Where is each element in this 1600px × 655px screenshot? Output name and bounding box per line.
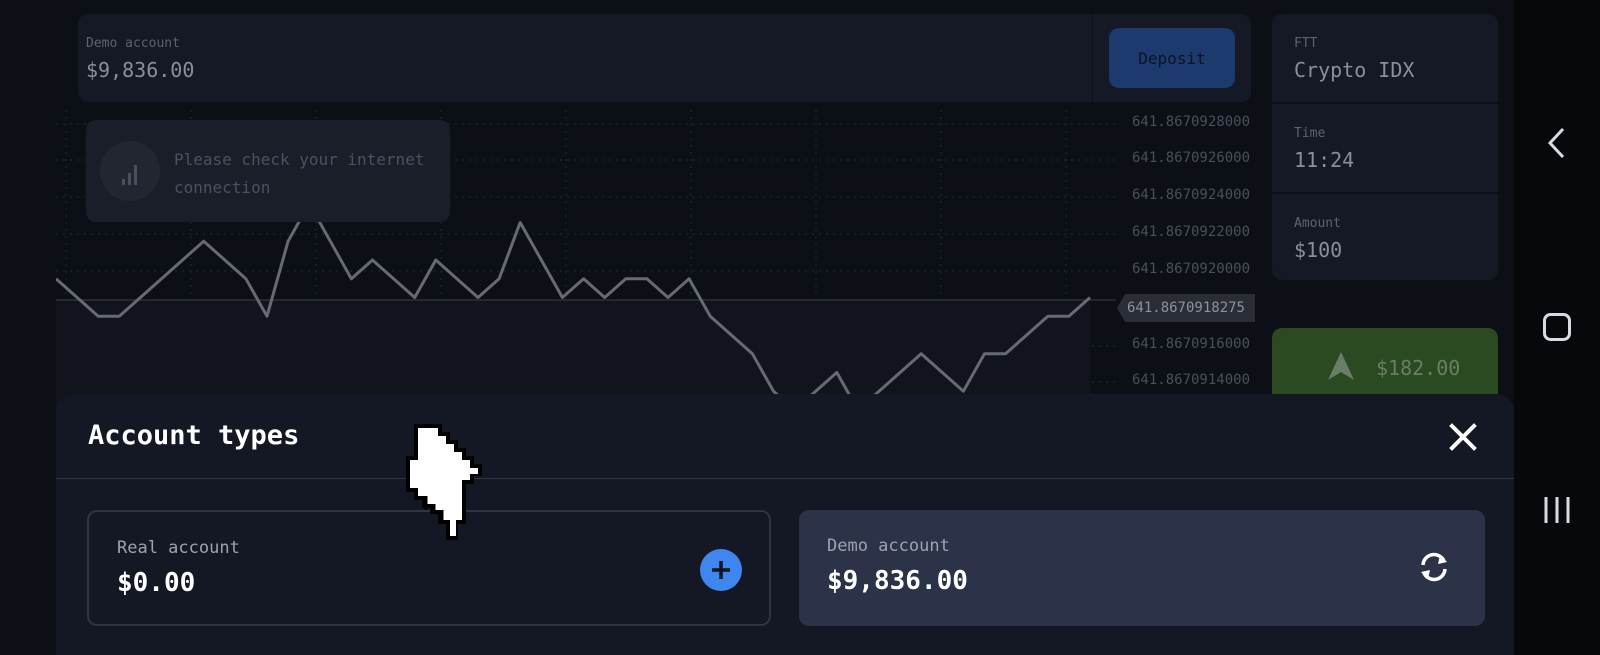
y-tick-label: 641.8670920000 bbox=[1132, 261, 1251, 277]
y-tick-label: 641.8670914000 bbox=[1132, 372, 1251, 388]
close-icon[interactable] bbox=[1444, 418, 1482, 456]
account-balance-value: $9,836.00 bbox=[86, 58, 195, 82]
real-account-label: Real account bbox=[117, 538, 240, 558]
toast-message: Please check your internet connection bbox=[174, 150, 425, 197]
y-tick-label: 641.8670924000 bbox=[1132, 187, 1251, 203]
account-balance-bar[interactable]: Demo account $9,836.00 Deposit bbox=[78, 14, 1251, 102]
account-types-sheet: Account types Real account $0.00 Demo ac… bbox=[56, 394, 1514, 655]
divider bbox=[56, 478, 1514, 479]
y-tick-label: 641.8670916000 bbox=[1132, 336, 1251, 352]
y-tick-label: 641.8670922000 bbox=[1132, 224, 1251, 240]
asset-label: FTT bbox=[1294, 36, 1318, 51]
account-type-label: Demo account bbox=[86, 36, 180, 51]
plus-icon[interactable] bbox=[700, 549, 742, 591]
deposit-button[interactable]: Deposit bbox=[1109, 28, 1235, 88]
y-tick-label: 641.8670928000 bbox=[1132, 114, 1251, 130]
system-navigation-bar bbox=[1514, 0, 1600, 655]
connection-toast: Please check your internet connection bbox=[86, 120, 450, 222]
trade-settings-panel: FTT Crypto IDX Time 11:24 Amount $100 bbox=[1272, 14, 1498, 280]
trading-app: Demo account $9,836.00 Deposit 641.86709… bbox=[0, 0, 1514, 655]
recents-icon[interactable] bbox=[1514, 480, 1600, 540]
time-label: Time bbox=[1294, 126, 1326, 141]
divider bbox=[1092, 14, 1093, 102]
time-value: 11:24 bbox=[1294, 148, 1355, 172]
up-payout-value: $182.00 bbox=[1376, 356, 1461, 380]
time-selector[interactable]: Time 11:24 bbox=[1272, 104, 1498, 192]
real-account-balance: $0.00 bbox=[117, 568, 196, 598]
asset-value: Crypto IDX bbox=[1294, 58, 1415, 82]
refresh-icon[interactable] bbox=[1413, 546, 1455, 588]
signal-bars-icon bbox=[100, 141, 160, 201]
current-price-tag: 641.8670918275 bbox=[1117, 294, 1255, 322]
demo-account-card[interactable]: Demo account $9,836.00 bbox=[799, 510, 1485, 626]
y-tick-label: 641.8670926000 bbox=[1132, 150, 1251, 166]
demo-account-label: Demo account bbox=[827, 536, 950, 556]
asset-selector[interactable]: FTT Crypto IDX bbox=[1272, 14, 1498, 102]
amount-value: $100 bbox=[1294, 238, 1343, 262]
hand-pointer-icon bbox=[398, 418, 498, 552]
arrow-up-icon bbox=[1326, 350, 1356, 386]
demo-account-balance: $9,836.00 bbox=[827, 566, 968, 596]
home-icon[interactable] bbox=[1514, 297, 1600, 357]
sheet-title: Account types bbox=[88, 420, 300, 451]
back-icon[interactable] bbox=[1514, 113, 1600, 173]
amount-selector[interactable]: Amount $100 bbox=[1272, 194, 1498, 280]
amount-label: Amount bbox=[1294, 216, 1341, 231]
